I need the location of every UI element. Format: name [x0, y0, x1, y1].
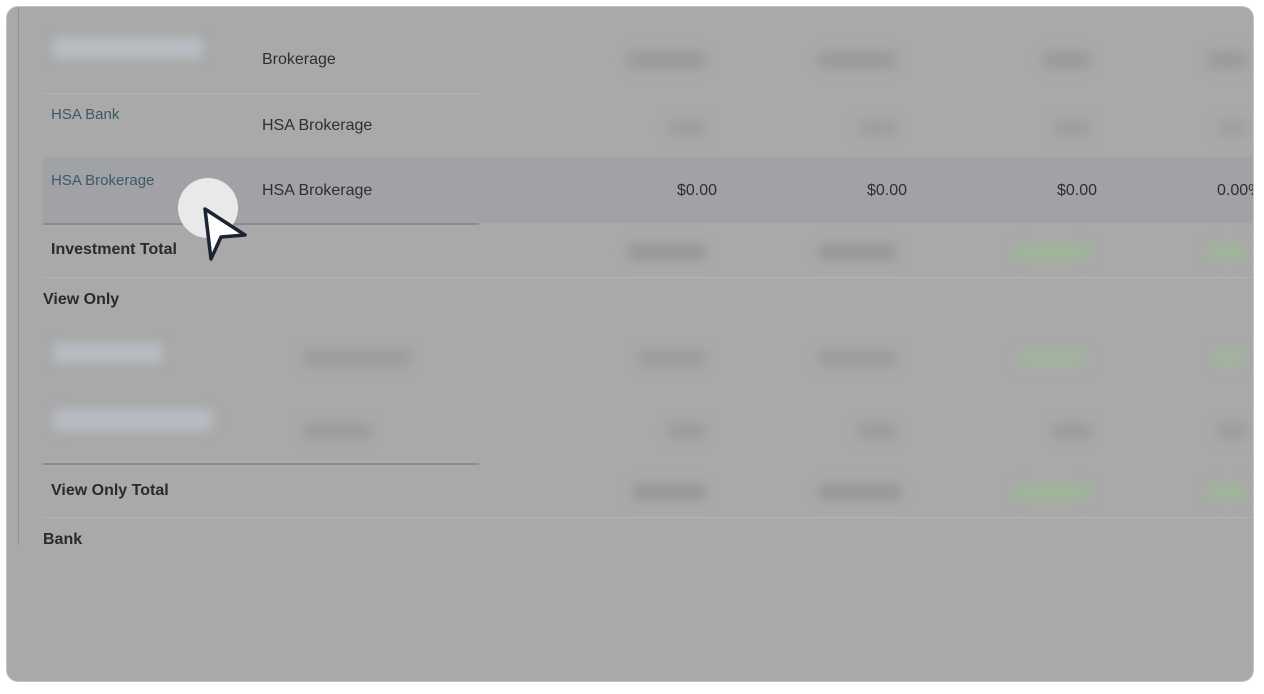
blurred-account-type: [302, 349, 412, 367]
blurred-value: [817, 51, 897, 69]
row-divider: [43, 277, 1253, 278]
section-header-bank: Bank: [43, 531, 83, 548]
blurred-value: [1207, 51, 1247, 69]
blurred-value-positive: [1207, 243, 1247, 261]
blurred-value-positive: [1212, 349, 1247, 367]
value-cell: 0.00%: [1217, 182, 1253, 199]
blurred-account-name: [53, 409, 213, 431]
blurred-value: [1042, 51, 1092, 69]
blurred-value: [857, 422, 897, 440]
row-divider: [43, 93, 479, 94]
account-link-hsa-brokerage[interactable]: HSA Brokerage: [51, 172, 154, 189]
blurred-value-positive: [1207, 483, 1247, 501]
blurred-value: [627, 51, 707, 69]
left-border-line: [18, 7, 19, 545]
blurred-value: [1217, 422, 1247, 440]
view-only-total-label: View Only Total: [51, 482, 169, 499]
blurred-account-name: [53, 343, 163, 363]
blurred-value: [1052, 422, 1092, 440]
section-header-view-only: View Only: [43, 291, 120, 308]
blurred-value: [632, 483, 707, 501]
blurred-value: [857, 119, 897, 137]
row-divider: [43, 463, 479, 465]
blurred-value: [667, 422, 707, 440]
value-cell: $0.00: [676, 182, 717, 199]
blurred-value: [817, 349, 897, 367]
blurred-value: [817, 243, 897, 261]
blurred-value-positive: [1017, 349, 1087, 367]
value-cell: $0.00: [1056, 182, 1097, 199]
blurred-value-positive: [1012, 483, 1092, 501]
blurred-value: [1052, 119, 1092, 137]
blurred-value: [637, 349, 707, 367]
blurred-value: [667, 119, 707, 137]
blurred-value: [1217, 119, 1247, 137]
blurred-value-positive: [1012, 243, 1092, 261]
blurred-account-name: [53, 37, 203, 59]
blurred-value: [817, 483, 902, 501]
account-type: HSA Brokerage: [262, 117, 373, 134]
account-type: HSA Brokerage: [262, 182, 373, 199]
row-divider: [43, 517, 1253, 518]
account-link-hsa-bank[interactable]: HSA Bank: [51, 106, 119, 123]
account-type: Brokerage: [262, 51, 336, 68]
value-cell: $0.00: [866, 182, 907, 199]
dimmed-window: Brokerage HSA Bank HSA Brokerage HSA Bro…: [6, 6, 1254, 682]
blurred-value: [627, 243, 707, 261]
blurred-account-type: [302, 422, 372, 440]
row-divider: [43, 223, 479, 225]
investment-total-label: Investment Total: [51, 241, 177, 258]
pointer-cursor-icon: [203, 207, 247, 261]
